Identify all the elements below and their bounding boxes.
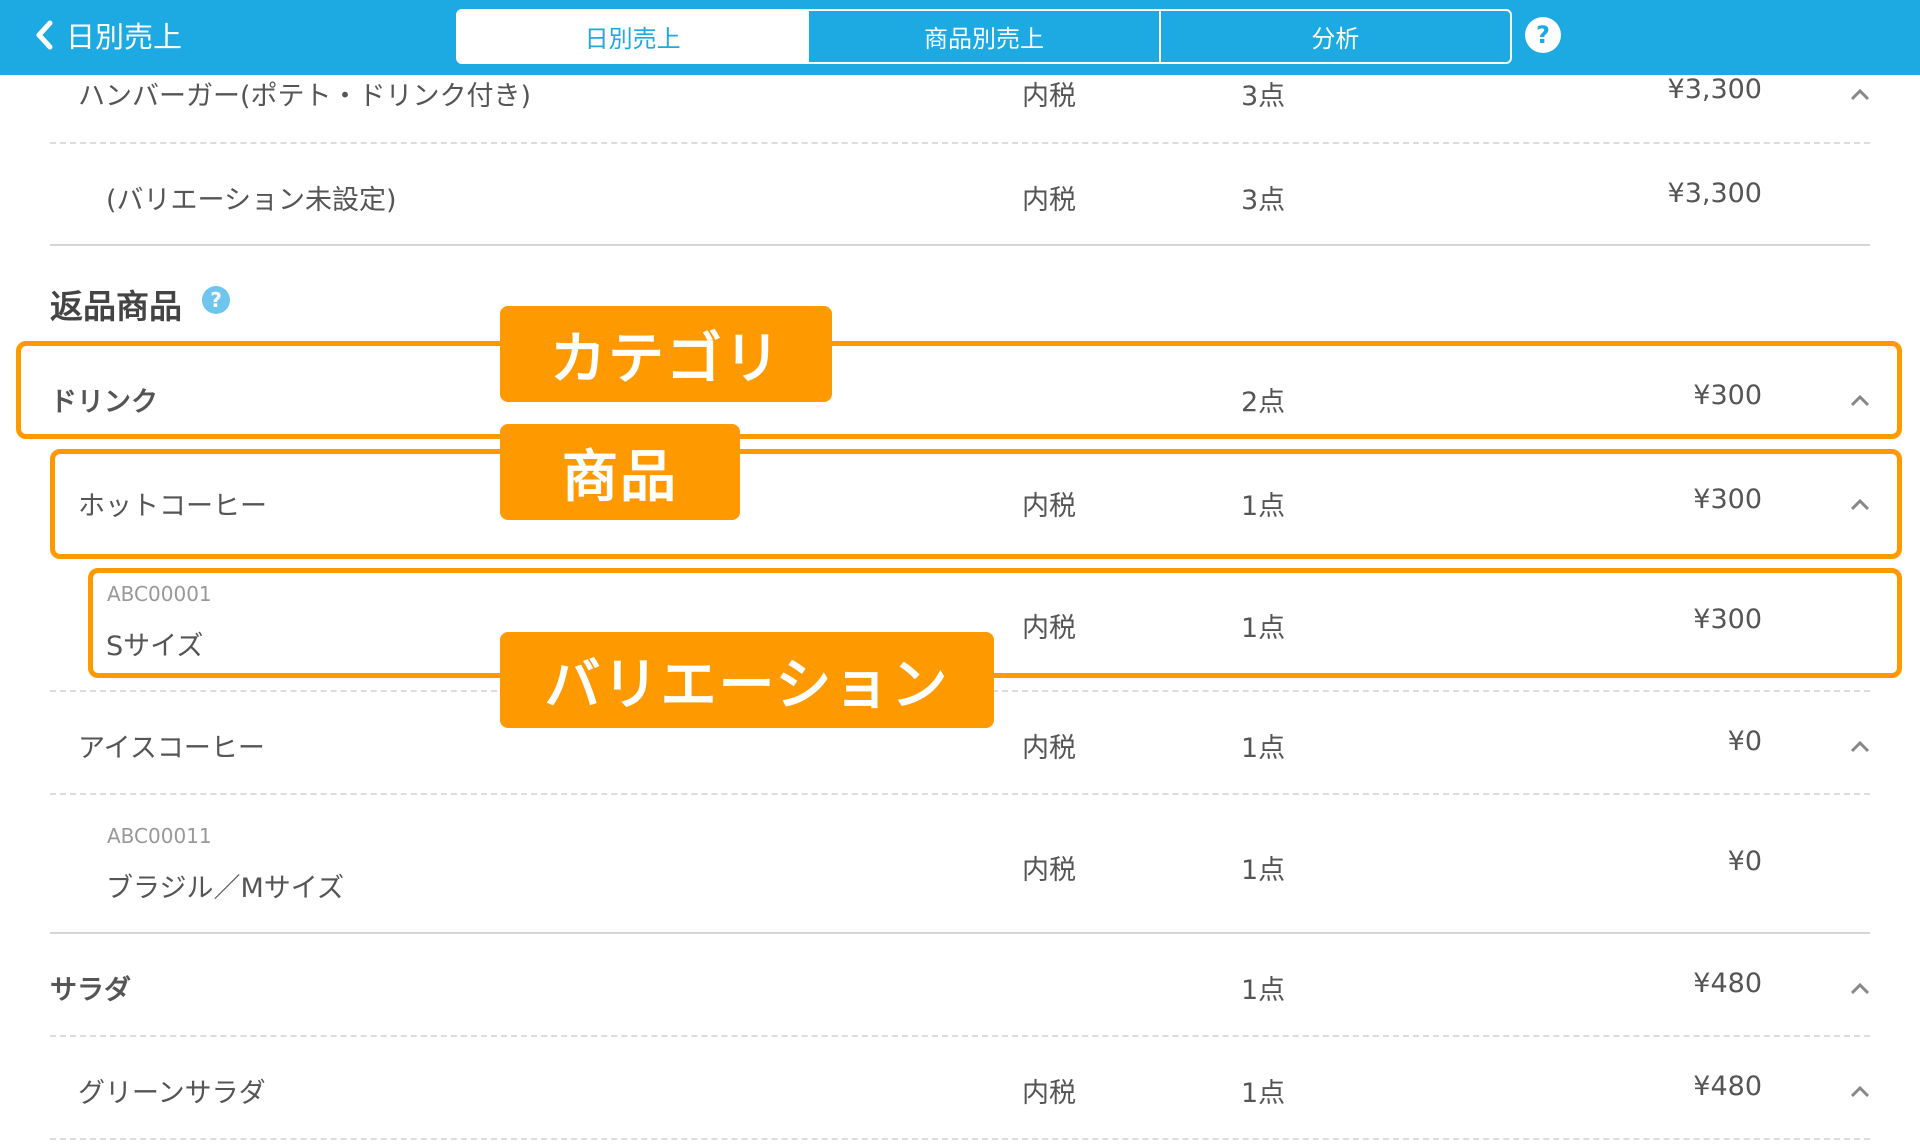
- quantity: 1点: [1241, 855, 1286, 886]
- amount: ¥3,300: [1667, 74, 1762, 105]
- divider: [50, 244, 1870, 246]
- top-bar: 日別売上 日別売上 商品別売上 分析 ?: [0, 0, 1920, 75]
- tab-product-sales[interactable]: 商品別売上: [807, 11, 1158, 62]
- tab-daily-sales[interactable]: 日別売上: [458, 11, 808, 62]
- amount: ¥480: [1693, 968, 1762, 999]
- product-name: ハンバーガー(ポテト・ドリンク付き): [78, 81, 532, 112]
- quantity: 3点: [1241, 81, 1286, 112]
- quantity: 1点: [1241, 733, 1286, 764]
- product-name: グリーンサラダ: [78, 1078, 266, 1109]
- tax-type: 内税: [1022, 81, 1076, 112]
- amount: ¥3,300: [1667, 178, 1762, 209]
- returns-section-title: 返品商品: [50, 287, 182, 326]
- variation-highlight-box: [88, 568, 1902, 678]
- chevron-left-icon: [36, 20, 53, 50]
- product-name: アイスコーヒー: [78, 733, 265, 764]
- help-icon[interactable]: ?: [202, 286, 230, 314]
- amount: ¥480: [1693, 1071, 1762, 1102]
- divider: [50, 793, 1870, 795]
- help-icon[interactable]: ?: [1525, 17, 1561, 53]
- chevron-up-icon[interactable]: [1849, 88, 1871, 102]
- quantity: 3点: [1241, 185, 1286, 216]
- back-label: 日別売上: [66, 20, 183, 54]
- category-name: サラダ: [50, 975, 131, 1006]
- chevron-up-icon[interactable]: [1849, 1085, 1871, 1099]
- product-annotation-label: 商品: [500, 424, 740, 520]
- product-highlight-box: [50, 449, 1902, 559]
- quantity: 1点: [1241, 975, 1286, 1006]
- tab-analysis[interactable]: 分析: [1158, 11, 1510, 62]
- tax-type: 内税: [1022, 855, 1076, 886]
- product-code: ABC00011: [107, 824, 212, 848]
- category-annotation-label: カテゴリ: [500, 306, 832, 402]
- category-highlight-box: [16, 341, 1902, 439]
- chevron-up-icon[interactable]: [1849, 982, 1871, 996]
- divider: [50, 142, 1870, 144]
- divider: [50, 932, 1870, 934]
- tax-type: 内税: [1022, 733, 1076, 764]
- variation-name: (バリエーション未設定): [106, 185, 397, 216]
- chevron-up-icon[interactable]: [1849, 740, 1871, 754]
- variation-annotation-label: バリエーション: [500, 632, 994, 728]
- amount: ¥0: [1727, 846, 1762, 877]
- quantity: 1点: [1241, 1078, 1286, 1109]
- tax-type: 内税: [1022, 185, 1076, 216]
- amount: ¥0: [1727, 726, 1762, 757]
- divider: [50, 1035, 1870, 1037]
- tax-type: 内税: [1022, 1078, 1076, 1109]
- back-button[interactable]: 日別売上: [34, 0, 182, 70]
- segment-control: 日別売上 商品別売上 分析: [456, 9, 1512, 64]
- divider: [50, 1138, 1870, 1140]
- variation-name: ブラジル／Mサイズ: [106, 873, 344, 904]
